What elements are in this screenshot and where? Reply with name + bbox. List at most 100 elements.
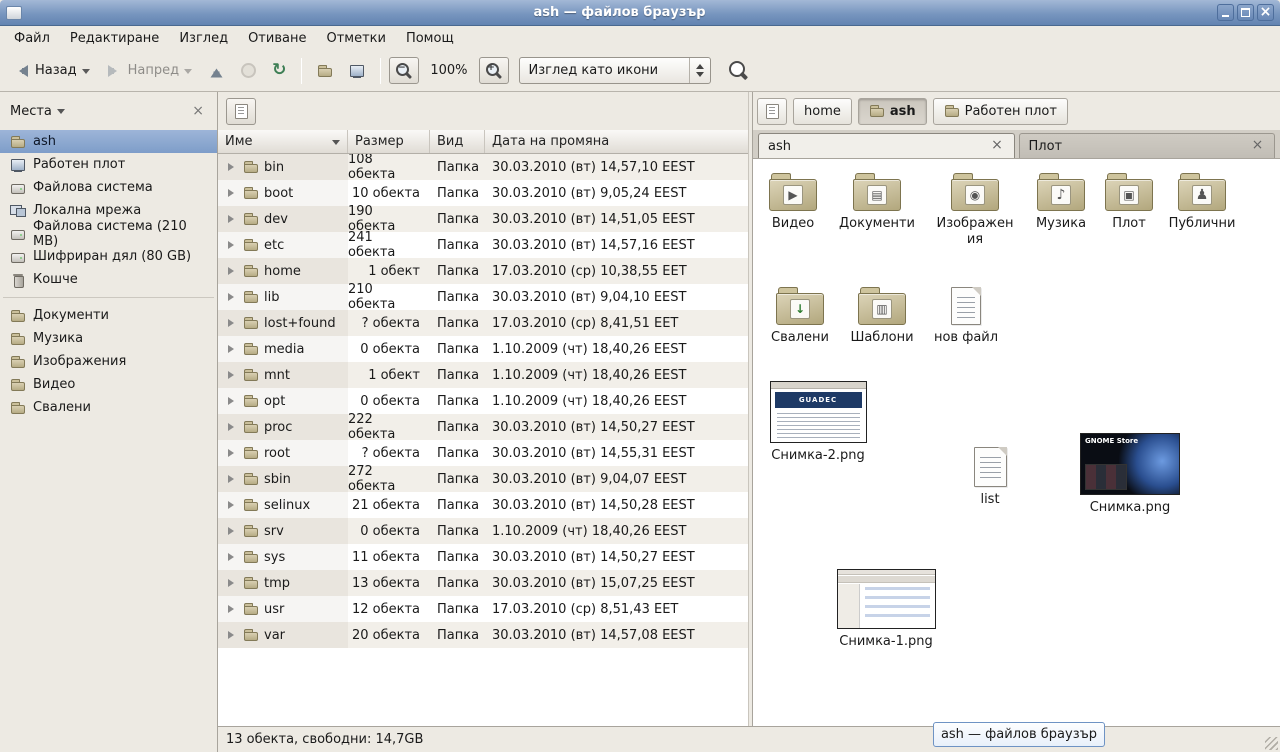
file-item-list[interactable]: list <box>950 447 1030 508</box>
home-button[interactable] <box>310 55 340 87</box>
zoom-out-button[interactable] <box>389 57 419 84</box>
table-row[interactable]: dev190 обектаПапка30.03.2010 (вт) 14,51,… <box>218 206 748 232</box>
table-row[interactable]: usr12 обектаПапка17.03.2010 (ср) 8,51,43… <box>218 596 748 622</box>
maximize-button[interactable] <box>1237 4 1254 21</box>
file-item-snimka-1[interactable]: Снимка-1.png <box>836 569 936 650</box>
table-row[interactable]: var20 обектаПапка30.03.2010 (вт) 14,57,0… <box>218 622 748 648</box>
sidebar-item-documents[interactable]: Документи <box>0 304 217 327</box>
file-item-new-file[interactable]: нов файл <box>926 287 1006 346</box>
table-row[interactable]: boot10 обектаПапка30.03.2010 (вт) 9,05,2… <box>218 180 748 206</box>
forward-history-dropdown-icon[interactable] <box>184 69 192 78</box>
crumb-ash[interactable]: ash <box>858 98 927 125</box>
table-row[interactable]: proc222 обектаПапка30.03.2010 (вт) 14,50… <box>218 414 748 440</box>
column-header-type[interactable]: Вид <box>430 130 485 153</box>
tab-close-icon[interactable] <box>990 139 1005 154</box>
menu-bookmarks[interactable]: Отметки <box>316 28 395 49</box>
table-row[interactable]: tmp13 обектаПапка30.03.2010 (вт) 15,07,2… <box>218 570 748 596</box>
expander-icon[interactable] <box>228 605 238 613</box>
sidebar-item-music[interactable]: Музика <box>0 327 217 350</box>
minimize-button[interactable] <box>1217 4 1234 21</box>
table-row[interactable]: home1 обектПапка17.03.2010 (ср) 10,38,55… <box>218 258 748 284</box>
column-header-size[interactable]: Размер <box>348 130 430 153</box>
table-row[interactable]: media0 обектаПапка1.10.2009 (чт) 18,40,2… <box>218 336 748 362</box>
sidebar-close-icon[interactable]: × <box>189 103 207 119</box>
stop-button[interactable] <box>234 55 263 87</box>
icon-view[interactable]: Видео Документи Изображения Музика Плот … <box>753 159 1280 726</box>
sidebar-item-downloads[interactable]: Свалени <box>0 396 217 419</box>
expander-icon[interactable] <box>228 475 238 483</box>
reload-button[interactable] <box>265 55 293 87</box>
sidebar-item-video[interactable]: Видео <box>0 373 217 396</box>
sidebar-item-filesystem-210mb[interactable]: Файлова система (210 MB) <box>0 222 217 245</box>
back-history-dropdown-icon[interactable] <box>82 69 90 78</box>
expander-icon[interactable] <box>228 189 238 197</box>
table-row[interactable]: lib210 обектаПапка30.03.2010 (вт) 9,04,1… <box>218 284 748 310</box>
table-row[interactable]: sbin272 обектаПапка30.03.2010 (вт) 9,04,… <box>218 466 748 492</box>
expander-icon[interactable] <box>228 293 238 301</box>
tab-plot[interactable]: Плот <box>1019 133 1276 158</box>
location-toggle-button[interactable] <box>226 98 256 125</box>
pathbar-edit-button[interactable] <box>757 98 787 125</box>
expander-icon[interactable] <box>228 553 238 561</box>
sidebar-item-ash[interactable]: ash <box>0 130 217 153</box>
menu-help[interactable]: Помощ <box>396 28 464 49</box>
sidebar-title[interactable]: Места <box>10 104 52 119</box>
table-row[interactable]: etc241 обектаПапка30.03.2010 (вт) 14,57,… <box>218 232 748 258</box>
expander-icon[interactable] <box>228 241 238 249</box>
folder-item-downloads[interactable]: Свалени <box>760 287 840 346</box>
expander-icon[interactable] <box>228 501 238 509</box>
close-button[interactable] <box>1257 4 1274 21</box>
table-row[interactable]: opt0 обектаПапка1.10.2009 (чт) 18,40,26 … <box>218 388 748 414</box>
file-item-snimka-2[interactable]: GUADECСнимка-2.png <box>768 381 868 464</box>
file-item-snimka[interactable]: GNOME StoreСнимка.png <box>1080 433 1180 516</box>
sidebar-item-trash[interactable]: Кошче <box>0 268 217 291</box>
expander-icon[interactable] <box>228 345 238 353</box>
table-row[interactable]: srv0 обектаПапка1.10.2009 (чт) 18,40,26 … <box>218 518 748 544</box>
table-row[interactable]: selinux21 обектаПапка30.03.2010 (вт) 14,… <box>218 492 748 518</box>
search-button[interactable] <box>721 55 756 87</box>
crumb-home[interactable]: home <box>793 98 852 125</box>
tab-ash[interactable]: ash <box>758 133 1015 158</box>
expander-icon[interactable] <box>228 267 238 275</box>
table-row[interactable]: lost+found? обектаПапка17.03.2010 (ср) 8… <box>218 310 748 336</box>
sidebar-item-filesystem[interactable]: Файлова система <box>0 176 217 199</box>
expander-icon[interactable] <box>228 631 238 639</box>
menu-view[interactable]: Изглед <box>169 28 238 49</box>
folder-item-public[interactable]: Публични <box>1162 173 1242 232</box>
expander-icon[interactable] <box>228 579 238 587</box>
expander-icon[interactable] <box>228 163 238 171</box>
column-header-name[interactable]: Име <box>218 130 348 153</box>
title-bar[interactable]: ash — файлов браузър <box>0 0 1280 26</box>
crumb-desktop[interactable]: Работен плот <box>933 98 1068 125</box>
computer-button[interactable] <box>342 55 372 87</box>
menu-edit[interactable]: Редактиране <box>60 28 169 49</box>
sidebar-item-desktop[interactable]: Работен плот <box>0 153 217 176</box>
expander-icon[interactable] <box>228 319 238 327</box>
folder-item-video[interactable]: Видео <box>753 173 833 232</box>
forward-button[interactable]: Напред <box>99 55 199 87</box>
expander-icon[interactable] <box>228 423 238 431</box>
up-button[interactable] <box>201 55 232 87</box>
table-row[interactable]: root? обектаПапка30.03.2010 (вт) 14,55,3… <box>218 440 748 466</box>
table-row[interactable]: sys11 обектаПапка30.03.2010 (вт) 14,50,2… <box>218 544 748 570</box>
sidebar-item-encrypted-80gb[interactable]: Шифриран дял (80 GB) <box>0 245 217 268</box>
resize-grip[interactable] <box>1265 737 1278 750</box>
menu-file[interactable]: Файл <box>4 28 60 49</box>
zoom-in-button[interactable] <box>479 57 509 84</box>
table-row[interactable]: mnt1 обектПапка1.10.2009 (чт) 18,40,26 E… <box>218 362 748 388</box>
menu-go[interactable]: Отиване <box>238 28 316 49</box>
chevron-down-icon[interactable] <box>57 109 65 118</box>
expander-icon[interactable] <box>228 527 238 535</box>
folder-item-documents[interactable]: Документи <box>837 173 917 232</box>
folder-item-templates[interactable]: Шаблони <box>842 287 922 346</box>
table-row[interactable]: bin108 обектаПапка30.03.2010 (вт) 14,57,… <box>218 154 748 180</box>
expander-icon[interactable] <box>228 397 238 405</box>
expander-icon[interactable] <box>228 371 238 379</box>
combo-spinner-icon[interactable] <box>689 58 710 83</box>
sidebar-item-pictures[interactable]: Изображения <box>0 350 217 373</box>
column-header-date[interactable]: Дата на промяна <box>485 130 748 153</box>
expander-icon[interactable] <box>228 449 238 457</box>
folder-item-desktop[interactable]: Плот <box>1089 173 1169 232</box>
expander-icon[interactable] <box>228 215 238 223</box>
tab-close-icon[interactable] <box>1250 139 1265 154</box>
